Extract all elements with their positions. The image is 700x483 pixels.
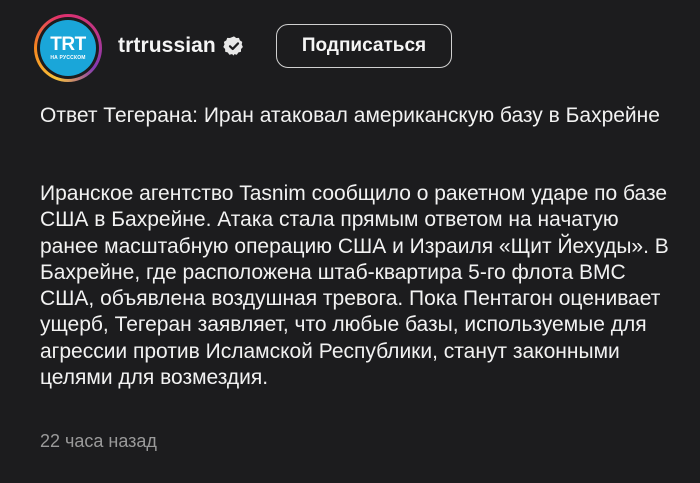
subscribe-button[interactable]: Подписаться [276, 24, 452, 68]
verified-badge-icon [223, 35, 245, 57]
post-timestamp[interactable]: 22 часа назад [40, 431, 157, 452]
avatar-logo-subtitle: НА РУССКОМ [50, 54, 86, 61]
post-header: TRT НА РУССКОМ trtrussian Подписаться [34, 14, 700, 84]
avatar[interactable]: TRT НА РУССКОМ [40, 20, 96, 76]
avatar-logo: TRT [50, 33, 86, 55]
username-link[interactable]: trtrussian [118, 34, 216, 58]
story-ring[interactable]: TRT НА РУССКОМ [34, 14, 102, 82]
post-body: Иранское агентство Tasnim сообщило о рак… [40, 182, 669, 390]
avatar-gap: TRT НА РУССКОМ [37, 17, 99, 79]
post-title: Ответ Тегерана: Иран атаковал американск… [40, 104, 660, 127]
username-row: trtrussian [118, 34, 245, 58]
